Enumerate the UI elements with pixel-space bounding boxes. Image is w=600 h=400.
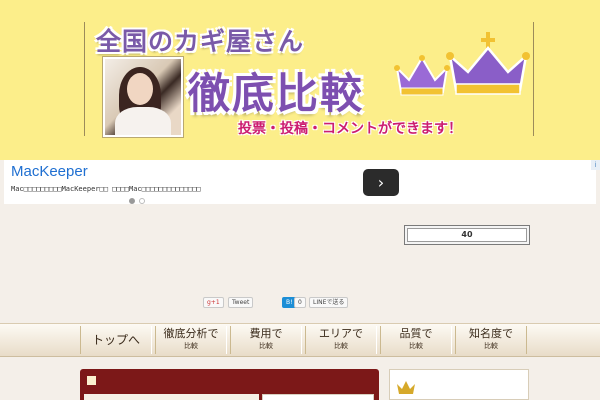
gplus-share-button[interactable]: g+1 xyxy=(203,297,224,308)
content-panel-left xyxy=(84,394,259,400)
ad-description[interactable]: Mac□□□□□□□□□MacKeeper□□ □□□□Mac□□□□□□□□□… xyxy=(11,185,201,193)
chevron-right-icon: › xyxy=(377,173,385,192)
nav-item-fame[interactable]: 知名度で 比較 xyxy=(455,326,527,354)
ad-brand-name[interactable]: MacKeeper xyxy=(11,163,88,180)
crown-icon-large xyxy=(446,32,530,95)
visit-counter: 40 xyxy=(404,225,530,245)
nav-item-quality[interactable]: 品質で 比較 xyxy=(380,326,452,354)
header-divider-right xyxy=(533,22,534,136)
tweet-button[interactable]: Tweet xyxy=(228,297,254,308)
ad-next-button[interactable]: › xyxy=(363,169,399,196)
carousel-dot[interactable] xyxy=(139,198,145,204)
ad-info-icon[interactable]: i xyxy=(591,160,600,170)
site-title: 全国のカギ屋さん xyxy=(96,27,305,56)
line-share-button[interactable]: LINEで送る xyxy=(309,297,349,308)
site-header-banner[interactable]: 全国のカギ屋さん 徹底比較 投票・投稿・コメントができます！ xyxy=(0,0,600,160)
nav-item-cost[interactable]: 費用で 比較 xyxy=(230,326,302,354)
header-divider-left xyxy=(84,22,85,136)
crown-icon-small xyxy=(394,55,450,96)
nav-item-top[interactable]: トップへ xyxy=(80,326,152,354)
hatena-bookmark-count: 0 xyxy=(294,297,306,308)
global-nav: トップへ 徹底分析で 比較 費用で 比較 エリアで 比較 品質で 比較 知名度で 比較 xyxy=(0,323,600,357)
ad-carousel-dots xyxy=(129,198,149,217)
header-photo xyxy=(103,57,183,137)
sidebar-ranking-box xyxy=(389,369,529,400)
carousel-dot[interactable] xyxy=(129,198,135,204)
nav-item-area[interactable]: エリアで 比較 xyxy=(305,326,377,354)
main-title: 徹底比較 xyxy=(188,69,365,118)
crown-icon-sidebar xyxy=(397,381,415,394)
nav-item-analysis[interactable]: 徹底分析で 比較 xyxy=(155,326,227,354)
ad-banner[interactable]: MacKeeper Mac□□□□□□□□□MacKeeper□□ □□□□Ma… xyxy=(4,160,596,204)
content-panel-right xyxy=(262,394,374,400)
subtitle-tagline: 投票・投稿・コメントができます！ xyxy=(238,121,462,137)
heading-square-icon xyxy=(87,376,96,385)
